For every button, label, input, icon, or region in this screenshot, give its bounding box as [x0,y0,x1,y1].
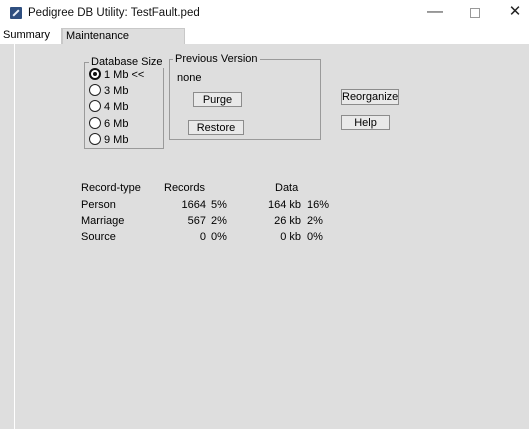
tab-maintenance[interactable]: Maintenance [62,28,185,44]
row-person-data: 164 kb [267,199,301,211]
row-source-records-pct: 0% [211,231,227,243]
radio-checked-icon [89,68,101,80]
row-source-data-pct: 0% [307,231,323,243]
maximize-icon [470,8,480,18]
row-source-data: 0 kb [280,231,301,243]
row-marriage-data-pct: 2% [307,215,323,227]
restore-button[interactable]: Restore [188,120,244,135]
row-source-type: Source [81,231,116,243]
close-button[interactable]: ✕ [495,2,529,24]
size-option-6mb[interactable]: 6 Mb [89,117,128,132]
maintenance-panel: Database Size 1 Mb << 3 Mb 4 Mb 6 Mb 9 M… [14,44,527,429]
radio-icon [89,117,101,129]
row-marriage-records-pct: 2% [211,215,227,227]
size-option-label: 4 Mb [104,101,129,113]
header-record-type: Record-type [81,182,141,194]
row-marriage-records: 567 [187,215,206,227]
size-option-label: 3 Mb [104,85,129,97]
tab-summary[interactable]: Summary [0,28,62,44]
row-person-records-pct: 5% [211,199,227,211]
header-data: Data [275,182,299,194]
radio-icon [89,84,101,96]
row-person-records: 1664 [181,199,206,211]
help-button[interactable]: Help [341,115,390,130]
header-records: Records [164,182,205,194]
maximize-button[interactable] [455,2,495,24]
window-title: Pedigree DB Utility: TestFault.ped [28,7,200,19]
size-option-9mb[interactable]: 9 Mb [89,133,128,148]
previous-version-legend: Previous Version [173,53,260,65]
size-option-4mb[interactable]: 4 Mb [89,100,128,115]
size-option-label: 6 Mb [104,118,129,130]
size-option-3mb[interactable]: 3 Mb [89,84,128,99]
app-icon [10,7,22,19]
previous-version-value: none [177,72,202,84]
reorganize-button[interactable]: Reorganize [341,89,399,105]
size-option-label: 9 Mb [104,134,129,146]
size-option-label: 1 Mb << [104,69,145,81]
row-person-type: Person [81,199,116,211]
purge-button[interactable]: Purge [193,92,242,107]
previous-version-group: Previous Version none Purge Restore [169,53,321,140]
minimize-button[interactable]: — [415,2,455,24]
radio-icon [89,100,101,112]
radio-icon [89,133,101,145]
row-person-data-pct: 16% [307,199,330,211]
tab-strip: Summary Maintenance [0,28,529,44]
row-source-records: 0 [199,231,206,243]
database-size-group: Database Size 1 Mb << 3 Mb 4 Mb 6 Mb 9 M… [84,56,165,149]
title-bar: Pedigree DB Utility: TestFault.ped — ✕ [0,0,529,28]
database-size-legend: Database Size [89,56,165,68]
row-marriage-data: 26 kb [274,215,301,227]
row-marriage-type: Marriage [81,215,125,227]
size-option-1mb[interactable]: 1 Mb << [89,68,144,83]
